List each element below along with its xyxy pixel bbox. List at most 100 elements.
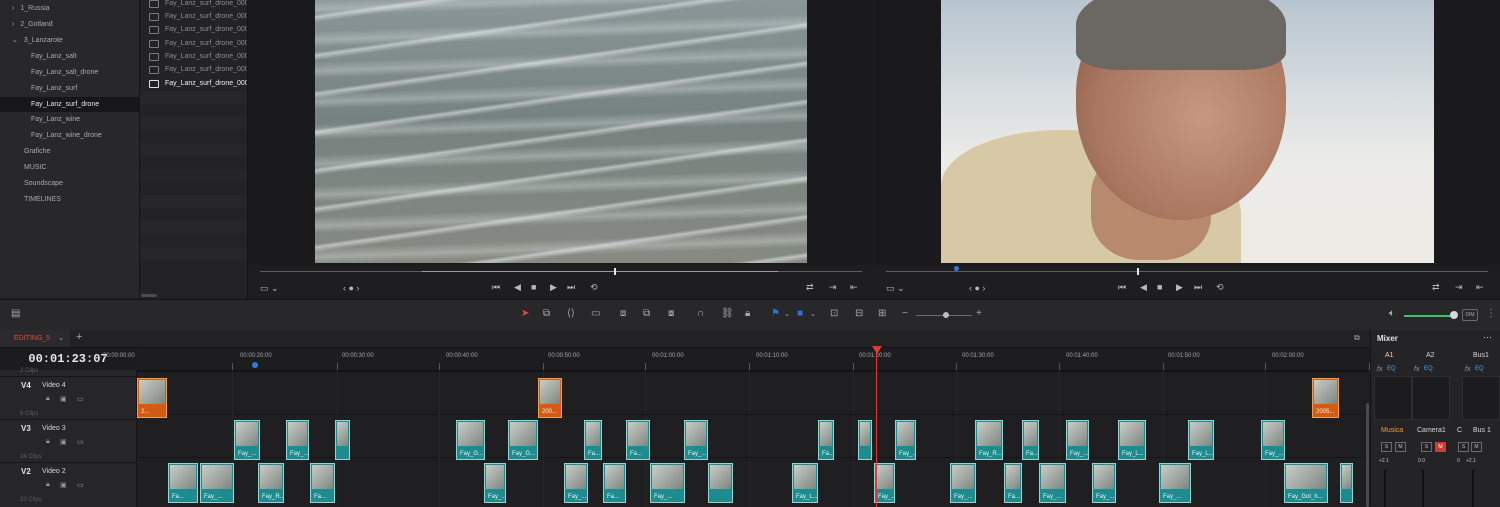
zoom-out-icon[interactable]: −: [902, 308, 908, 319]
tab-editing-5[interactable]: EDITING_5 ⌄: [0, 330, 70, 347]
play-reverse-icon[interactable]: ◀: [514, 282, 521, 293]
mark-in-icon[interactable]: ⇤: [1476, 282, 1484, 293]
zoom-custom-icon[interactable]: ⊞: [878, 308, 886, 319]
stop-icon[interactable]: ■: [1157, 282, 1162, 292]
mute-button[interactable]: M: [1435, 442, 1446, 452]
bin-soundscape[interactable]: Soundscape: [24, 176, 63, 191]
chevron-down-icon[interactable]: ⌄: [58, 335, 64, 342]
timeline-clip[interactable]: Fay_...: [564, 463, 588, 503]
dim-button[interactable]: DIM: [1462, 309, 1478, 321]
loop-icon[interactable]: ⟲: [590, 282, 598, 293]
timeline-jog-control[interactable]: ‹ ● ›: [969, 283, 985, 293]
timeline-playhead[interactable]: [876, 348, 877, 507]
mute-button[interactable]: M: [1395, 442, 1406, 452]
position-lock-icon[interactable]: 🔒︎: [745, 308, 750, 319]
timeline-clip[interactable]: Fa...: [310, 463, 335, 503]
timeline-clip[interactable]: Fay_R...: [258, 463, 284, 503]
mark-out-icon[interactable]: ⇥: [829, 282, 837, 293]
playhead-handle[interactable]: [872, 346, 882, 354]
timeline-clip[interactable]: [708, 463, 733, 503]
auto-select-icon[interactable]: ▣: [60, 395, 67, 403]
timeline-clip[interactable]: [858, 420, 872, 460]
snapping-icon[interactable]: ∩: [697, 308, 704, 319]
auto-select-icon[interactable]: ▣: [60, 438, 67, 446]
timeline-clip[interactable]: Fa...: [584, 420, 602, 460]
solo-button[interactable]: S: [1458, 442, 1469, 452]
track-header-v2[interactable]: V2 Video 2 🔒︎ ▣ ▭ 23 Clips: [0, 462, 136, 506]
timeline-clip[interactable]: Fay_...: [874, 463, 895, 503]
play-icon[interactable]: ▶: [550, 282, 557, 293]
bin-1-russia[interactable]: › 1_Russia: [12, 1, 50, 16]
timeline-scrollbar[interactable]: [1366, 403, 1369, 507]
play-reverse-icon[interactable]: ◀: [1140, 282, 1147, 293]
bin-timelines[interactable]: TIMELINES: [24, 192, 61, 207]
play-icon[interactable]: ▶: [1176, 282, 1183, 293]
zoom-slider-knob[interactable]: [943, 312, 949, 318]
mixer-menu-icon[interactable]: ···: [1483, 332, 1492, 342]
bin-3-lanzarote[interactable]: ⌄ 3_Lanzarote: [12, 33, 63, 48]
chevron-down-icon[interactable]: ⌄: [810, 310, 816, 318]
eq-icon[interactable]: EQ: [1387, 366, 1396, 372]
timeline-clip[interactable]: Fay_Got_h...: [1284, 463, 1328, 503]
source-view-options-icon[interactable]: ▭ ⌄: [260, 283, 279, 294]
timeline-clip[interactable]: 2005...: [1312, 378, 1339, 418]
mixer-panner-bus1[interactable]: [1462, 376, 1500, 420]
timeline-clip[interactable]: Fay_...: [1092, 463, 1116, 503]
eq-icon[interactable]: EQ: [1475, 366, 1484, 372]
timeline-clip[interactable]: Fay_L...: [1118, 420, 1146, 460]
flag-icon[interactable]: ⚑: [771, 308, 780, 319]
timeline-clip[interactable]: Fay_...: [895, 420, 916, 460]
match-frame-icon[interactable]: ⇄: [1432, 282, 1440, 293]
timecode-display[interactable]: 00:01:23:07: [0, 348, 136, 370]
skip-end-icon[interactable]: ⏭: [567, 282, 575, 293]
track-visibility-icon[interactable]: ▭: [77, 438, 84, 446]
timeline-clip[interactable]: 200...: [538, 378, 562, 418]
solo-button[interactable]: S: [1421, 442, 1432, 452]
track-visibility-icon[interactable]: ▭: [77, 481, 84, 489]
list-item[interactable]: Fay_Lanz_surf_drone_000: [140, 63, 247, 76]
bin-music[interactable]: MUSIC: [24, 160, 47, 175]
fader-bus1[interactable]: [1472, 470, 1474, 507]
marker-icon[interactable]: ■: [797, 308, 803, 319]
layout-toggle-icon[interactable]: ▤: [11, 308, 20, 319]
eq-icon[interactable]: EQ: [1424, 366, 1433, 372]
list-item[interactable]: Fay_Lanz_surf_drone_000: [140, 0, 247, 10]
more-options-icon[interactable]: ⋮: [1486, 308, 1496, 319]
fader-a1[interactable]: [1384, 470, 1386, 507]
timeline-clip[interactable]: Fay_...: [650, 463, 685, 503]
fx-icon[interactable]: fx: [1465, 366, 1470, 373]
timeline-clip[interactable]: Fay_...: [684, 420, 708, 460]
list-item[interactable]: Fay_Lanz_surf_drone_000: [140, 23, 247, 36]
mixer-panner-a2[interactable]: [1412, 376, 1450, 420]
timeline-tracks[interactable]: 2... 200... 2005... Fay_... Fay_... Fay_G... F…: [137, 371, 1368, 507]
timeline-view-options-icon[interactable]: ▭ ⌄: [886, 283, 905, 294]
bin-grafiche[interactable]: Grafiche: [24, 144, 50, 159]
linked-selection-icon[interactable]: ⛓: [721, 308, 734, 319]
timeline-clip[interactable]: Fay_...: [200, 463, 234, 503]
timeline-clip[interactable]: Fa...: [168, 463, 198, 503]
blade-tool-icon[interactable]: ▭: [591, 308, 600, 319]
insert-clip-icon[interactable]: ⧈: [620, 308, 626, 319]
fx-icon[interactable]: fx: [1414, 366, 1419, 373]
timeline-clip[interactable]: Fay_...: [484, 463, 506, 503]
speaker-icon[interactable]: 🔈︎: [1389, 308, 1395, 319]
pool-scrollbar[interactable]: [141, 294, 157, 297]
bin-fay-lanz-wine[interactable]: Fay_Lanz_wine: [31, 112, 80, 127]
zoom-full-icon[interactable]: ⊡: [830, 308, 838, 319]
skip-start-icon[interactable]: ⏮: [492, 282, 500, 293]
zoom-in-icon[interactable]: +: [976, 308, 982, 319]
overwrite-clip-icon[interactable]: ⧉: [643, 308, 650, 319]
volume-slider-knob[interactable]: [1450, 311, 1458, 319]
volume-slider[interactable]: [1404, 315, 1452, 317]
stop-icon[interactable]: ■: [531, 282, 536, 292]
match-frame-icon[interactable]: ⇄: [806, 282, 814, 293]
timeline-clip[interactable]: Fa...: [603, 463, 626, 503]
timeline-clip[interactable]: Fa...: [818, 420, 834, 460]
timeline-clip[interactable]: Fay_...: [234, 420, 260, 460]
mute-button[interactable]: M: [1471, 442, 1482, 452]
track-header-v3[interactable]: V3 Video 3 🔒︎ ▣ ▭ 24 Clips: [0, 419, 136, 463]
loop-icon[interactable]: ⟲: [1216, 282, 1224, 293]
chevron-down-icon[interactable]: ⌄: [784, 310, 790, 318]
list-item[interactable]: Fay_Lanz_surf_drone_000: [140, 50, 247, 63]
timeline-clip[interactable]: Fay_G...: [508, 420, 538, 460]
